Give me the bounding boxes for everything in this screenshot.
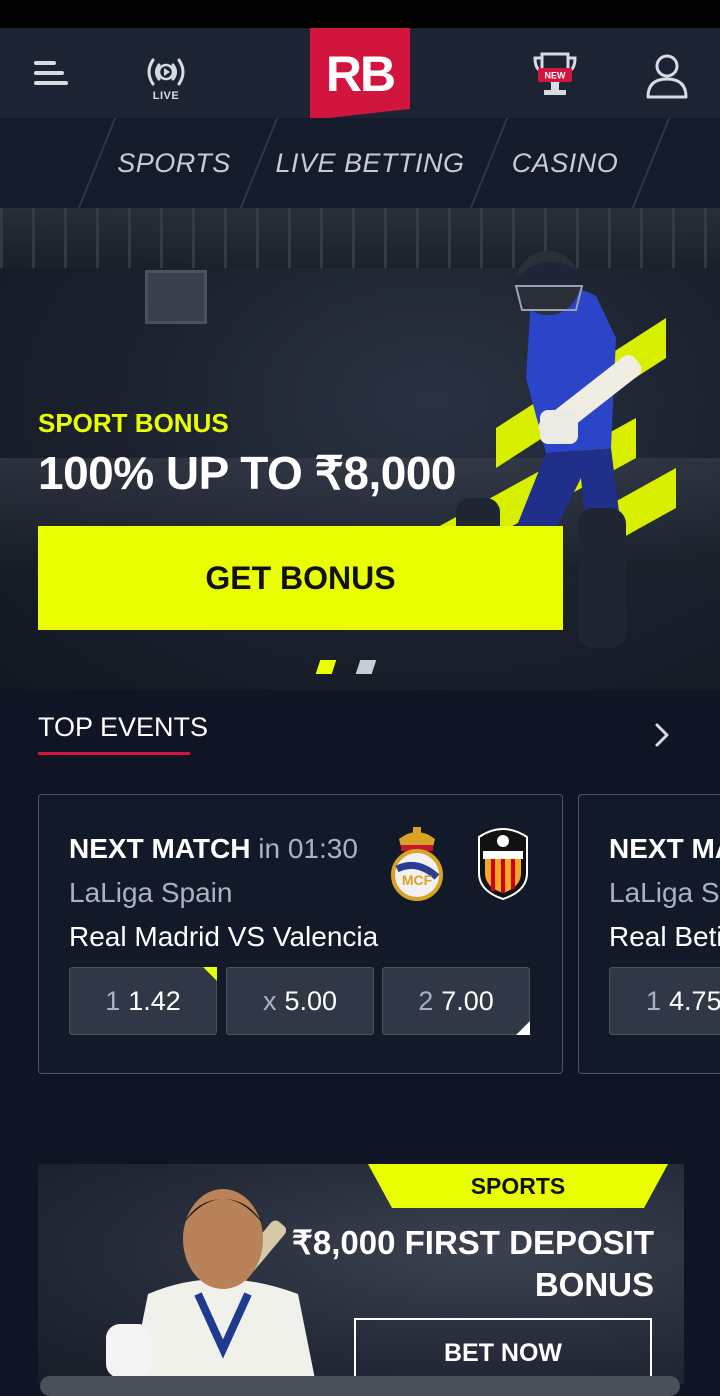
user-icon [646,54,688,99]
tab-casino[interactable]: CASINO [502,118,628,208]
match-status: NEXT MATCH in 01:30 [69,833,358,865]
match-teams: Real Madrid VS Valencia [69,921,379,952]
bottom-handle [40,1376,680,1396]
odds-down-indicator-icon [516,1021,530,1035]
status-bar [0,0,720,28]
section-title-underline [38,752,190,755]
section-title: TOP EVENTS [38,712,209,742]
tab-sports[interactable]: SPORTS [108,118,240,208]
svg-text:MCF: MCF [402,872,433,888]
promo-headline-line1: ₹8,000 FIRST DEPOSIT [291,1224,654,1261]
main-navigation: SPORTS LIVE BETTING CASINO [0,118,720,208]
match-countdown: in 01:30 [258,833,358,864]
next-match-label: NEXT MATCH [69,833,251,864]
get-bonus-button[interactable]: GET BONUS [38,526,563,630]
valencia-crest-icon [478,828,528,901]
promo-headline: ₹8,000 FIRST DEPOSIT BONUS [274,1222,654,1306]
hero-banner[interactable]: SPORT BONUS 100% UP TO ₹8,000 GET BONUS [0,208,720,690]
event-card[interactable]: NEXT MA LaLiga Sp Real Betis 14.75 [578,794,720,1074]
hero-title: 100% UP TO ₹8,000 [38,447,457,499]
next-match-label: NEXT MA [609,833,720,864]
trophy-icon: NEW [533,52,577,95]
chevron-right-icon[interactable] [650,718,674,752]
odds-key: 2 [418,985,434,1016]
odds-key: x [262,985,277,1016]
logo-text: RB [325,46,396,102]
carousel-dot[interactable] [355,660,377,674]
promotions-button[interactable]: NEW [528,46,582,106]
odds-value: 5.00 [284,985,338,1016]
menu-icon[interactable] [30,54,70,92]
hero-tag: SPORT BONUS [38,408,229,438]
event-card[interactable]: NEXT MATCH in 01:30 LaLiga Spain Real Ma… [38,794,563,1074]
odds-value: 1.42 [128,985,181,1016]
nav-divider [631,118,671,208]
promo-banner[interactable]: SPORTS ₹8,000 FIRST DEPOSIT BONUS BET NO… [38,1164,684,1384]
odds-up-indicator-icon [203,967,217,981]
live-button[interactable]: LIVE [138,46,194,108]
odds-value: 4.75 [669,985,720,1016]
odds-value: 7.00 [441,985,494,1016]
carousel-indicators [314,660,384,676]
odds-button-home[interactable]: 1 1.42 [69,967,217,1035]
match-status: NEXT MA [609,833,720,865]
user-account-button[interactable] [640,48,694,104]
odds-button-away[interactable]: 2 7.00 [382,967,530,1035]
promo-headline-line2: BONUS [534,1266,654,1303]
stadium-screen [145,270,207,324]
top-bar: LIVE RB NEW [0,28,720,120]
odds-button-home[interactable]: 1 4.75 [609,967,720,1035]
bet-now-button[interactable]: BET NOW [354,1318,652,1384]
odds-button-draw[interactable]: x 5.00 [226,967,374,1035]
league-name: LaLiga Sp [609,877,720,908]
odds-key: 1 [105,985,121,1016]
tab-live-betting[interactable]: LIVE BETTING [272,118,468,208]
odds-key: 1 [646,985,662,1016]
carousel-dot-active[interactable] [315,660,337,674]
match-teams: Real Betis [609,921,720,952]
real-madrid-crest-icon: MCF [391,827,443,901]
brand-logo[interactable]: RB [310,28,410,120]
league-name: LaLiga Spain [69,877,233,908]
broadcast-icon [147,58,185,86]
new-badge: NEW [545,71,567,81]
promo-tag: SPORTS [368,1164,668,1208]
live-label: LIVE [152,90,180,102]
